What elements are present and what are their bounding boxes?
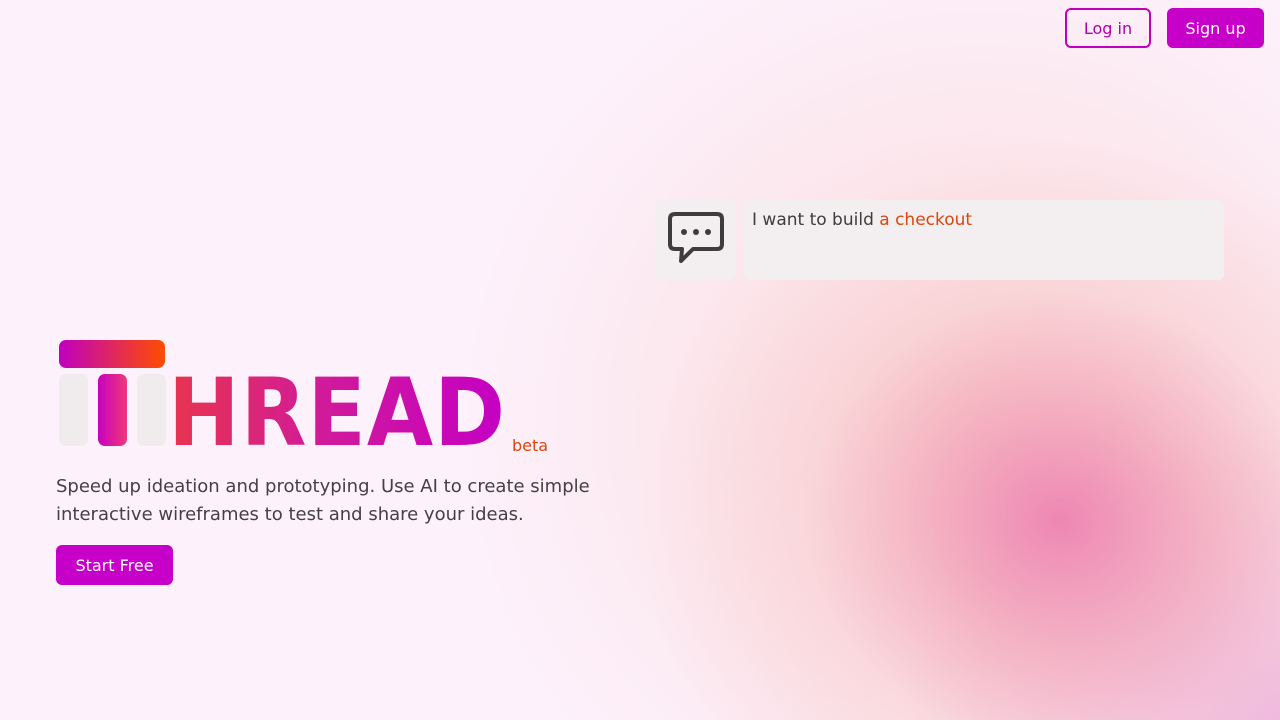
speech-bubble-icon [667,211,725,269]
prompt-prefix: I want to build [752,210,880,230]
beta-badge: beta [512,436,548,455]
start-free-button[interactable]: Start Free [56,545,173,585]
prompt-highlight: a checkout [879,210,973,230]
thread-logo: HREAD beta [56,336,556,468]
top-nav: Log in Sign up [1065,8,1264,48]
prompt-icon-box [656,200,736,280]
tagline: Speed up ideation and prototyping. Use A… [56,476,590,525]
login-button[interactable]: Log in [1065,8,1151,48]
prompt-example: I want to build a checkout [656,200,1224,280]
prompt-text-box: I want to build a checkout [744,200,1224,280]
signup-button[interactable]: Sign up [1167,8,1264,48]
logo-wordmark: HREAD [168,359,506,456]
